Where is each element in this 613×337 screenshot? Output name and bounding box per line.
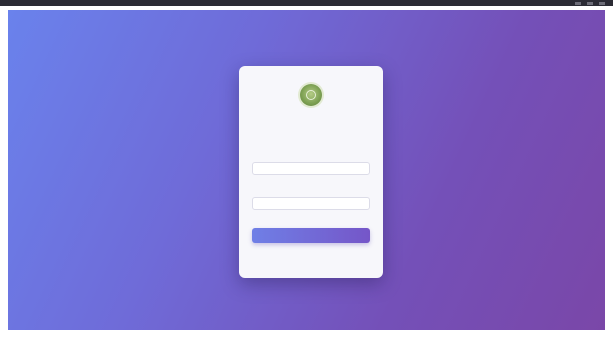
username-field[interactable] (252, 162, 370, 175)
minimize-icon[interactable] (575, 1, 581, 5)
footer-note (239, 255, 383, 260)
login-card (239, 66, 383, 278)
window-controls (575, 0, 605, 6)
window-top-bar (0, 0, 613, 6)
app-subtitle (239, 126, 383, 131)
username-label (252, 152, 272, 157)
password-field[interactable] (252, 197, 370, 210)
sign-in-button[interactable] (252, 228, 370, 243)
maximize-icon[interactable] (587, 1, 593, 5)
close-icon[interactable] (599, 1, 605, 5)
emblem-seal-icon (300, 84, 322, 106)
password-label (252, 186, 272, 191)
app-title (239, 114, 383, 123)
bottom-edge (0, 333, 613, 337)
screen (0, 0, 613, 337)
